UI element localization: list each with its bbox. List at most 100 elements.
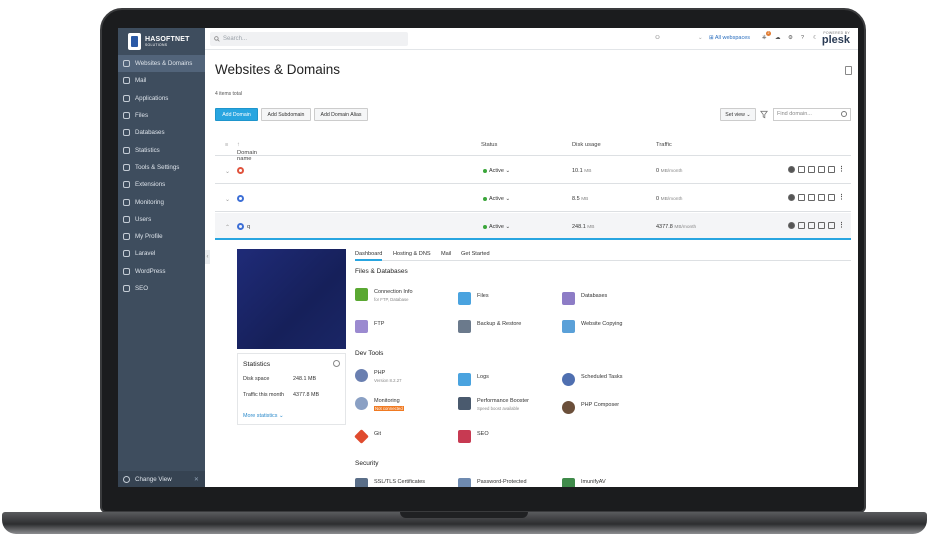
status-column-header[interactable]: Status xyxy=(481,142,497,148)
php-icon[interactable] xyxy=(788,166,795,173)
domain-name[interactable]: q xyxy=(247,224,250,230)
folder-icon[interactable] xyxy=(798,222,805,229)
expand-icon[interactable]: ⌄ xyxy=(225,196,230,203)
tab-dashboard[interactable]: Dashboard xyxy=(355,251,383,261)
more-icon[interactable]: ⋮ xyxy=(838,166,845,173)
sidebar-item-tools-settings[interactable]: Tools & Settings xyxy=(118,159,205,176)
more-statistics-link[interactable]: More statistics ⌄ xyxy=(243,413,283,419)
php-icon[interactable] xyxy=(788,194,795,201)
tile-label: Backup & Restore xyxy=(477,321,522,327)
change-view-label: Change View xyxy=(135,475,172,483)
sidebar-item-extensions[interactable]: Extensions xyxy=(118,176,205,193)
disk-unit: MB xyxy=(587,225,595,230)
clock-icon xyxy=(562,373,575,386)
tab-get-started[interactable]: Get Started xyxy=(461,251,490,257)
theme-toggle-icon[interactable]: ☾ xyxy=(813,35,818,41)
wordpress-icon[interactable] xyxy=(828,166,835,173)
webspaces-selector[interactable]: ⊞ All webspaces xyxy=(709,35,750,41)
sidebar-item-files[interactable]: Files xyxy=(118,107,205,124)
find-domain-input[interactable]: Find domain... xyxy=(773,108,851,121)
alerts-icon[interactable]: ⚙ xyxy=(788,35,793,41)
webspaces-label: All webspaces xyxy=(714,35,751,41)
disk-space-value: 248.1 MB xyxy=(293,376,317,382)
logo[interactable]: HASOFTNET SOLUTIONS xyxy=(118,28,205,55)
certificate-icon xyxy=(355,478,368,487)
mail-icon[interactable] xyxy=(808,166,815,173)
row-actions: ⋮ xyxy=(788,222,845,229)
plesk-brand: POWERED BY plesk xyxy=(822,31,850,46)
sidebar-item-wordpress[interactable]: WordPress xyxy=(118,263,205,280)
section-security: Security xyxy=(355,460,379,467)
tab-mail[interactable]: Mail xyxy=(441,251,451,257)
add-domain-alias-button[interactable]: Add Domain Alias xyxy=(314,108,368,121)
notifications-icon[interactable]: ⎈ xyxy=(762,35,766,42)
domain-icon xyxy=(237,167,244,174)
folder-icon[interactable] xyxy=(798,166,805,173)
tab-hosting-dns[interactable]: Hosting & DNS xyxy=(393,251,431,257)
sidebar-item-monitoring[interactable]: Monitoring xyxy=(118,193,205,210)
wordpress-icon[interactable] xyxy=(828,222,835,229)
wordpress-icon[interactable] xyxy=(828,194,835,201)
sidebar-item-websites-domains[interactable]: Websites & Domains xyxy=(118,55,205,73)
chevron-down-icon[interactable]: ⌄ xyxy=(698,35,703,41)
sidebar-item-databases[interactable]: Databases xyxy=(118,124,205,141)
sort-icon[interactable]: ≡ xyxy=(225,142,228,148)
mail-icon[interactable] xyxy=(808,222,815,229)
search-input[interactable]: Search... xyxy=(210,32,408,46)
website-copying-icon xyxy=(562,320,575,333)
sidebar-collapse-handle[interactable]: ‹ xyxy=(205,250,210,264)
user-icon[interactable]: ⚇ xyxy=(655,35,660,41)
change-view-icon xyxy=(123,475,130,483)
set-view-button[interactable]: Set view ⌄ xyxy=(720,108,756,121)
page-help-icon[interactable] xyxy=(845,66,852,75)
database-icon[interactable] xyxy=(818,222,825,229)
traffic-column-header[interactable]: Traffic xyxy=(656,142,672,148)
sidebar-item-label: Files xyxy=(135,112,149,120)
table-row[interactable]: ⌄ Active ⌄ 10.1 MB 0 MB/month ⋮ xyxy=(215,157,851,184)
mail-icon[interactable] xyxy=(808,194,815,201)
close-icon[interactable]: ✕ xyxy=(194,476,199,483)
database-icon[interactable] xyxy=(818,166,825,173)
status-dot-icon xyxy=(483,168,487,173)
refresh-icon[interactable] xyxy=(333,360,340,367)
more-icon[interactable]: ⋮ xyxy=(838,194,845,201)
sidebar-item-mail[interactable]: Mail xyxy=(118,72,205,89)
database-icon[interactable] xyxy=(818,194,825,201)
tile-label: SEO xyxy=(477,431,489,437)
disk-usage: 248.1 MB xyxy=(572,224,595,230)
domain-column-header[interactable]: Domain name ↑ xyxy=(237,142,257,162)
more-icon[interactable]: ⋮ xyxy=(838,222,845,229)
sidebar-item-seo[interactable]: SEO xyxy=(118,280,205,297)
change-view-button[interactable]: Change View ✕ xyxy=(118,471,205,487)
disk-column-header[interactable]: Disk usage xyxy=(572,142,601,148)
table-row[interactable]: ⌄ Active ⌄ 8.5 MB 0 MB/month ⋮ xyxy=(215,185,851,212)
files-icon xyxy=(123,112,130,120)
php-icon[interactable] xyxy=(788,222,795,229)
cloud-icon[interactable]: ☁ xyxy=(775,35,781,41)
sidebar-item-applications[interactable]: Applications xyxy=(118,90,205,107)
logo-subtitle: SOLUTIONS xyxy=(145,43,168,47)
speedometer-icon xyxy=(458,397,471,410)
folder-icon[interactable] xyxy=(798,194,805,201)
profile-icon xyxy=(123,233,130,241)
sidebar-item-statistics[interactable]: Statistics xyxy=(118,141,205,158)
sidebar-item-laravel[interactable]: Laravel xyxy=(118,245,205,262)
wordpress-icon xyxy=(123,267,130,275)
section-dev-tools: Dev Tools xyxy=(355,350,384,357)
collapse-icon[interactable]: ⌃ xyxy=(225,224,230,231)
sidebar-item-users[interactable]: Users xyxy=(118,211,205,228)
search-icon xyxy=(214,36,220,42)
add-domain-button[interactable]: Add Domain xyxy=(215,108,258,121)
filter-icon[interactable] xyxy=(760,110,768,119)
sidebar-item-my-profile[interactable]: My Profile xyxy=(118,228,205,245)
tile-label: Git xyxy=(374,431,382,437)
expand-icon[interactable]: ⌄ xyxy=(225,168,230,175)
section-files-databases: Files & Databases xyxy=(355,268,408,275)
mail-icon xyxy=(123,77,130,85)
site-preview-thumbnail[interactable] xyxy=(237,249,346,349)
statistics-card: Statistics Disk space 248.1 MB Traffic t… xyxy=(237,353,346,425)
help-icon[interactable]: ? xyxy=(801,35,804,41)
add-subdomain-button[interactable]: Add Subdomain xyxy=(261,108,311,121)
table-row-expanded[interactable]: ⌃ q Active ⌄ 248.1 MB 4377.8 MB/month ⋮ xyxy=(215,213,851,240)
disk-usage: 8.5 MB xyxy=(572,196,588,202)
